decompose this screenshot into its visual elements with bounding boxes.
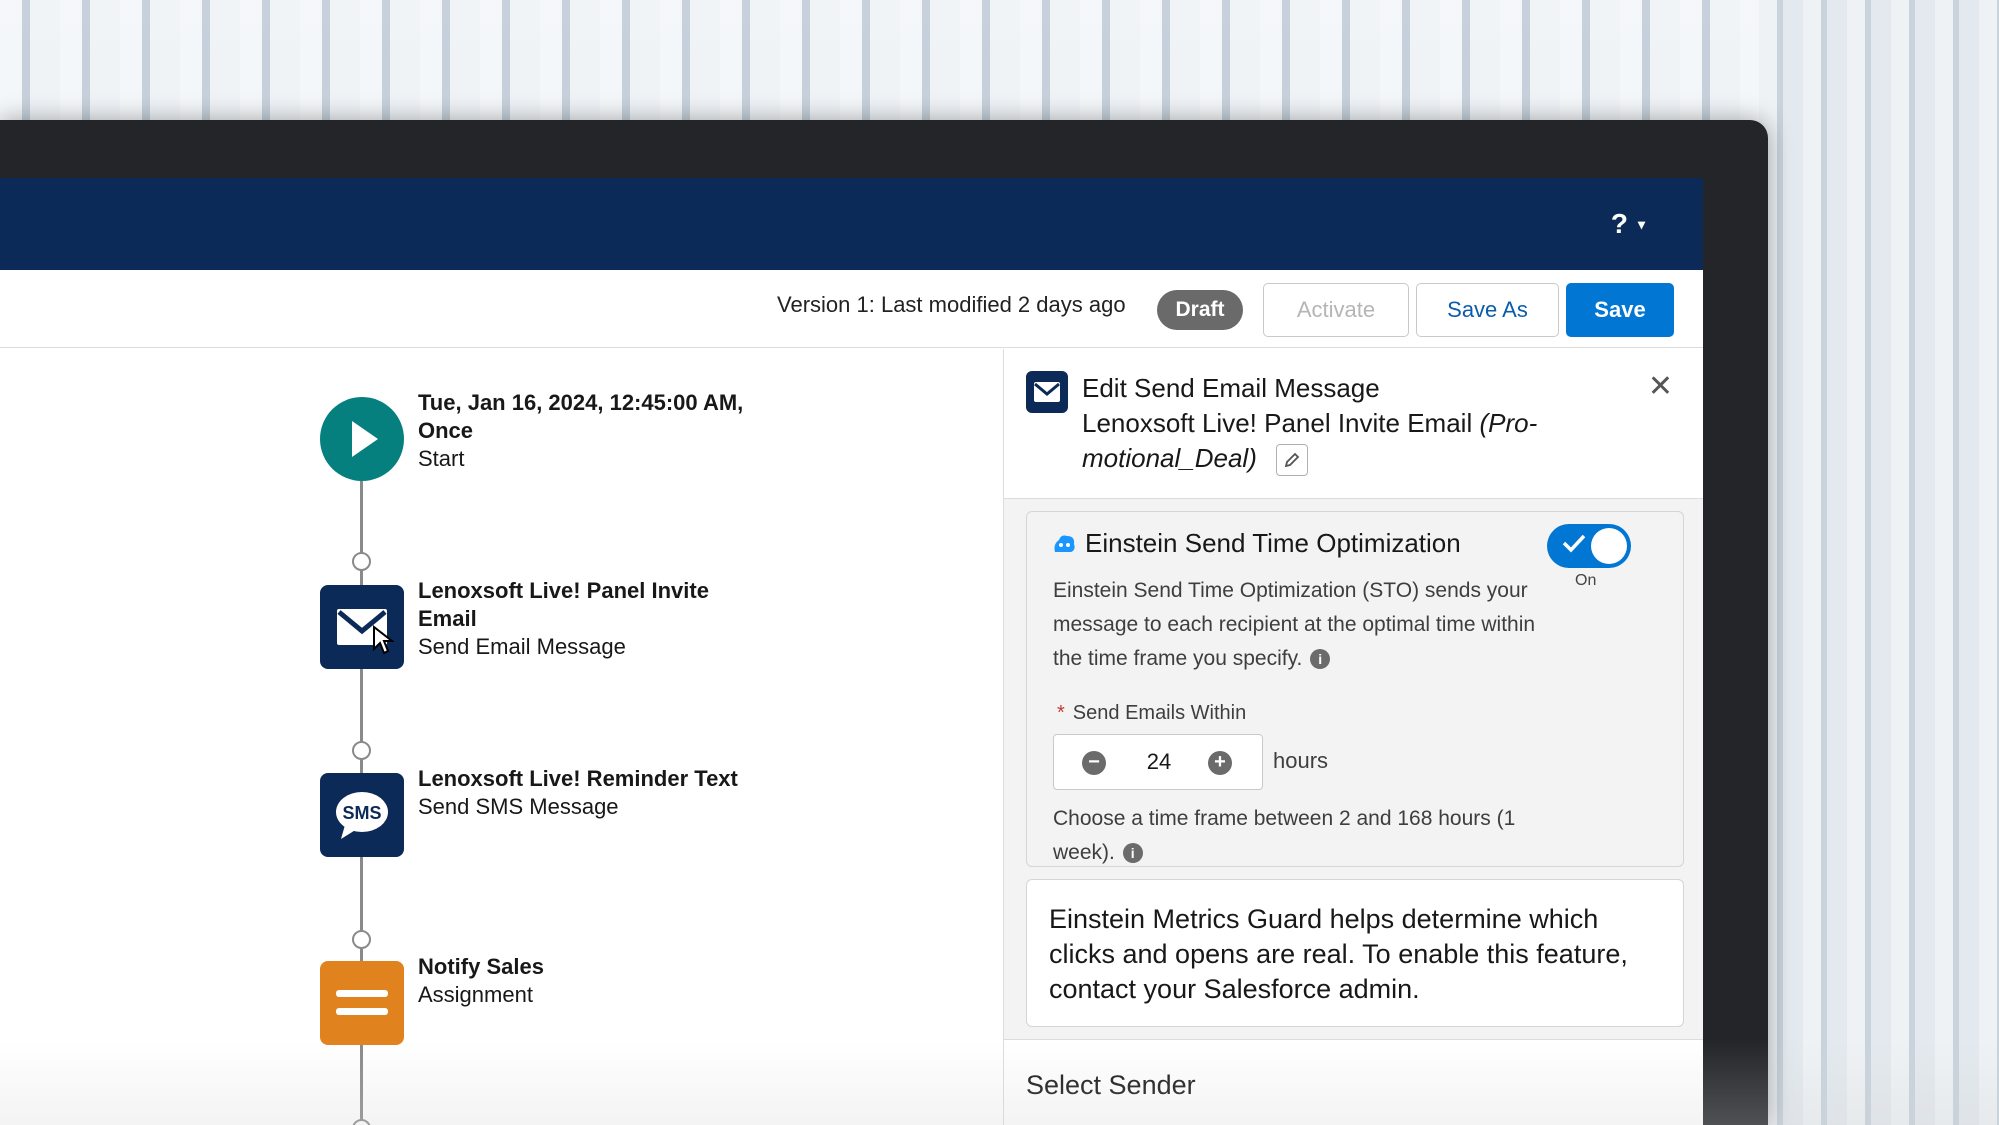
help-menu-button[interactable]: ? ▾ xyxy=(1611,208,1645,240)
background-window-columns xyxy=(1759,0,1999,1125)
node-title: Tue, Jan 16, 2024, 12:45:00 AM, xyxy=(418,390,744,415)
node-subtitle: Send Email Message xyxy=(418,634,626,659)
einstein-icon xyxy=(1054,535,1075,552)
node-subtitle: Start xyxy=(418,446,465,471)
sms-node[interactable]: SMS xyxy=(320,773,404,857)
status-badge: Draft xyxy=(1157,290,1243,330)
sto-description-text: Einstein Send Time Optimization (STO) se… xyxy=(1053,579,1536,670)
add-element-node[interactable] xyxy=(352,552,371,571)
node-title: Notify Sales xyxy=(418,954,544,979)
panel-title-api-name: motional_Deal) xyxy=(1082,443,1257,473)
sto-title: Einstein Send Time Optimization xyxy=(1085,528,1461,558)
info-icon[interactable]: i xyxy=(1310,649,1331,670)
connector-line xyxy=(360,1043,363,1125)
panel-title: Edit Send Email Message Lenoxsoft Live! … xyxy=(1082,371,1602,477)
assignment-node[interactable] xyxy=(320,961,404,1045)
increment-button[interactable]: + xyxy=(1208,751,1232,775)
envelope-icon xyxy=(1026,371,1068,413)
required-marker: * xyxy=(1057,702,1065,724)
save-button[interactable]: Save xyxy=(1566,283,1674,337)
metrics-guard-notice: Einstein Metrics Guard helps determine w… xyxy=(1026,879,1684,1027)
email-node-label: Lenoxsoft Live! Panel Invite Email Send … xyxy=(418,577,709,661)
play-icon xyxy=(352,421,378,457)
send-within-label: * Send Emails Within xyxy=(1057,702,1246,725)
sms-icon-text: SMS xyxy=(342,803,382,823)
timeframe-hint: Choose a time frame between 2 and 168 ho… xyxy=(1053,802,1573,870)
email-node[interactable] xyxy=(320,585,404,669)
sto-card: Einstein Send Time Optimization On Einst… xyxy=(1026,511,1684,867)
panel-title-element: Lenoxsoft Live! Panel Invite Email xyxy=(1082,408,1473,438)
close-icon[interactable]: ✕ xyxy=(1648,369,1673,404)
panel-title-api-name: (Pro- xyxy=(1479,408,1538,438)
activate-button[interactable]: Activate xyxy=(1263,283,1409,337)
assignment-icon xyxy=(336,990,388,1015)
node-subtitle: Assignment xyxy=(418,982,533,1007)
hours-input[interactable]: 24 xyxy=(1134,749,1184,775)
sto-toggle[interactable] xyxy=(1547,524,1631,568)
select-sender-title: Select Sender xyxy=(1026,1070,1196,1100)
edit-pencil-button[interactable] xyxy=(1276,444,1309,477)
global-header: ? ▾ xyxy=(0,178,1703,270)
chevron-down-icon: ▾ xyxy=(1637,215,1645,232)
start-node[interactable] xyxy=(320,397,404,481)
add-element-node[interactable] xyxy=(352,1119,371,1125)
assignment-node-label: Notify Sales Assignment xyxy=(418,953,544,1009)
info-icon[interactable]: i xyxy=(1122,843,1143,864)
add-element-node[interactable] xyxy=(352,930,371,949)
app-screen: ? ▾ Version 1: Last modified 2 days ago … xyxy=(0,178,1703,1125)
check-icon xyxy=(1562,534,1586,553)
edit-properties-panel: Edit Send Email Message Lenoxsoft Live! … xyxy=(1003,349,1703,1125)
panel-header: Edit Send Email Message Lenoxsoft Live! … xyxy=(1004,349,1703,499)
flow-canvas: Tue, Jan 16, 2024, 12:45:00 AM, Once Sta… xyxy=(0,349,1003,1125)
field-label-text: Send Emails Within xyxy=(1072,702,1247,724)
builder-toolbar: Version 1: Last modified 2 days ago Draf… xyxy=(0,270,1703,348)
node-title: Lenoxsoft Live! Panel Invite xyxy=(418,578,709,603)
help-icon: ? xyxy=(1610,208,1628,239)
sto-description: Einstein Send Time Optimization (STO) se… xyxy=(1053,574,1553,676)
toggle-state-label: On xyxy=(1575,572,1597,589)
node-title: Lenoxsoft Live! Reminder Text xyxy=(418,766,738,791)
hours-unit-label: hours xyxy=(1273,748,1329,773)
node-title: Email xyxy=(418,606,477,631)
decrement-button[interactable]: − xyxy=(1082,751,1106,775)
pencil-icon xyxy=(1284,452,1300,468)
sms-node-label: Lenoxsoft Live! Reminder Text Send SMS M… xyxy=(418,765,738,821)
save-as-button[interactable]: Save As xyxy=(1416,283,1559,337)
add-element-node[interactable] xyxy=(352,741,371,760)
hours-stepper: − 24 + xyxy=(1053,734,1263,790)
select-sender-section: Select Sender xyxy=(1004,1039,1703,1125)
node-title: Once xyxy=(418,418,474,443)
mouse-cursor-icon xyxy=(373,625,394,655)
panel-title-action: Edit Send Email Message xyxy=(1082,373,1380,403)
version-info: Version 1: Last modified 2 days ago xyxy=(777,292,1126,317)
start-node-label: Tue, Jan 16, 2024, 12:45:00 AM, Once Sta… xyxy=(418,389,743,473)
node-subtitle: Send SMS Message xyxy=(418,794,619,819)
toggle-knob xyxy=(1591,528,1627,564)
